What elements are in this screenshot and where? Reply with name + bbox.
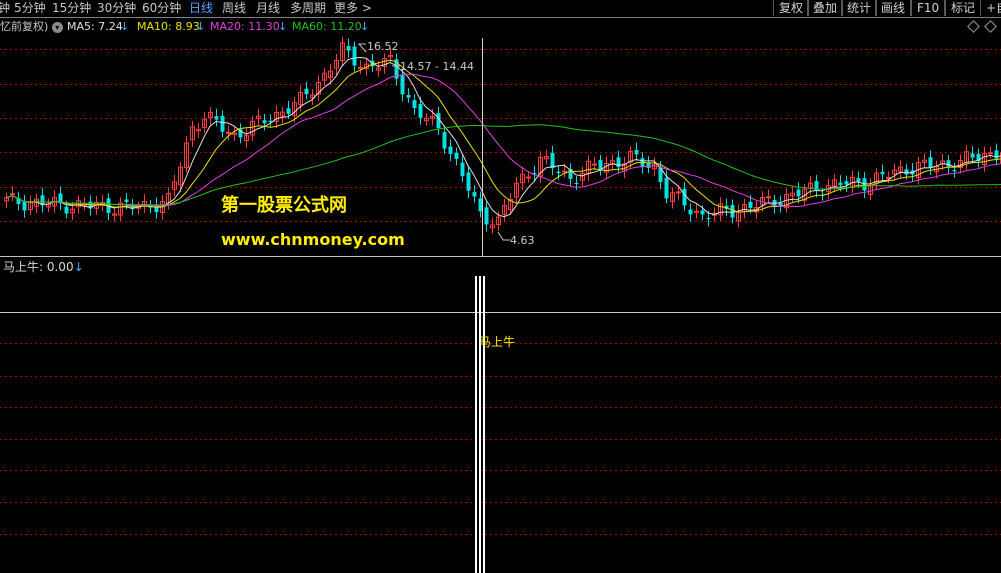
- candle-body: [64, 206, 69, 214]
- panel-separators: [0, 17, 1001, 313]
- ma10-line: [5, 59, 1001, 213]
- candle-body: [472, 192, 477, 197]
- candle-body: [682, 188, 687, 206]
- chevron-down-icon[interactable]: ▾: [51, 21, 63, 33]
- signal-bar: [483, 276, 485, 573]
- moving-average-lines: [5, 56, 1001, 218]
- candlesticks: [4, 36, 1001, 234]
- candle-body: [706, 217, 711, 220]
- candle-body: [466, 172, 471, 191]
- candle-body: [748, 201, 753, 208]
- candle-body: [598, 159, 603, 170]
- candle-body: [10, 193, 15, 196]
- candle-body: [730, 204, 735, 218]
- signal-bar: [475, 276, 477, 573]
- ma20-legend: MA20: 11.30: [210, 20, 280, 33]
- candle-body: [700, 210, 705, 215]
- candle-body: [550, 152, 555, 169]
- candle-body: [904, 169, 909, 175]
- indicator-label: 马上牛: 0.00: [3, 260, 74, 274]
- candle-body: [880, 171, 885, 175]
- ma60-legend: MA60: 11.20: [292, 20, 362, 33]
- candle-body: [346, 46, 351, 51]
- low-marker-line: [497, 231, 510, 241]
- candle-body: [226, 131, 231, 134]
- candle-body: [844, 181, 849, 185]
- candle-body: [952, 170, 957, 172]
- crosshair-range-label: 14.57 - 14.44: [400, 60, 474, 73]
- candle-body: [592, 163, 597, 166]
- candle-body: [856, 178, 861, 182]
- candle-body: [22, 201, 27, 211]
- candle-body: [988, 152, 993, 155]
- candle-body: [838, 182, 843, 186]
- candle-body: [694, 210, 699, 213]
- candle-body: [526, 176, 531, 179]
- ma20-arrow-icon: ↓: [278, 20, 288, 33]
- candle-body: [574, 182, 579, 184]
- candle-body: [664, 177, 669, 199]
- ma5-line: [5, 56, 1001, 218]
- candle-body: [676, 191, 681, 194]
- watermark-url: www.chnmoney.com: [221, 230, 405, 249]
- candle-body: [286, 108, 291, 114]
- candle-body: [634, 149, 639, 155]
- watermark-title: 第一股票公式网: [221, 194, 347, 216]
- candle-body: [352, 46, 357, 66]
- high-price-label: 16.52: [367, 40, 399, 53]
- candle-body: [412, 100, 417, 109]
- candle-body: [562, 170, 567, 173]
- candle-body: [796, 189, 801, 197]
- candle-body: [862, 178, 867, 191]
- ma5-arrow-icon: ↓: [120, 20, 130, 33]
- candle-body: [556, 171, 561, 174]
- high-marker-line: [357, 43, 367, 53]
- adjust-mode-label: 忆前复权): [0, 20, 49, 33]
- candle-body: [994, 150, 999, 159]
- candle-body: [454, 152, 459, 159]
- kline-chart[interactable]: 16.5214.57 - 14.44 4.63 第一股票公式网 www.chnmone…: [0, 0, 1001, 573]
- candle-body: [766, 196, 771, 199]
- signal-label: 马上牛: [479, 334, 515, 349]
- candle-body: [970, 153, 975, 158]
- signal-bar: [479, 276, 481, 573]
- candle-body: [688, 209, 693, 215]
- candle-body: [304, 88, 309, 95]
- indicator-legend: 马上牛: 0.00↓: [3, 260, 84, 275]
- candle-body: [442, 132, 447, 149]
- candle-body: [484, 207, 489, 225]
- candle-body: [406, 94, 411, 98]
- candle-body: [478, 198, 483, 212]
- candle-body: [928, 157, 933, 168]
- candle-body: [460, 162, 465, 177]
- candle-body: [214, 116, 219, 120]
- indicator-arrow-icon: ↓: [73, 260, 84, 274]
- chart-annotations: 16.5214.57 - 14.44 4.63 第一股票公式网 www.chnmone…: [221, 40, 535, 349]
- adjust-mode[interactable]: 忆前复权) ▾: [0, 19, 63, 34]
- ma5-legend: MA5: 7.24: [67, 20, 123, 33]
- candle-body: [448, 146, 453, 154]
- ma10-legend: MA10: 8.93: [137, 20, 200, 33]
- ma60-arrow-icon: ↓: [360, 20, 370, 33]
- indicator-signal: [475, 276, 485, 573]
- candle-body: [358, 67, 363, 70]
- candle-body: [262, 120, 267, 124]
- candle-body: [220, 115, 225, 132]
- candle-body: [646, 162, 651, 168]
- low-price-label: 4.63: [510, 234, 535, 247]
- candle-body: [616, 157, 621, 168]
- grid-lines: [0, 49, 1001, 535]
- candle-body: [400, 75, 405, 95]
- ma10-arrow-icon: ↓: [196, 20, 206, 33]
- candle-body: [124, 199, 129, 202]
- ma60-line: [5, 124, 1001, 206]
- candle-body: [418, 103, 423, 118]
